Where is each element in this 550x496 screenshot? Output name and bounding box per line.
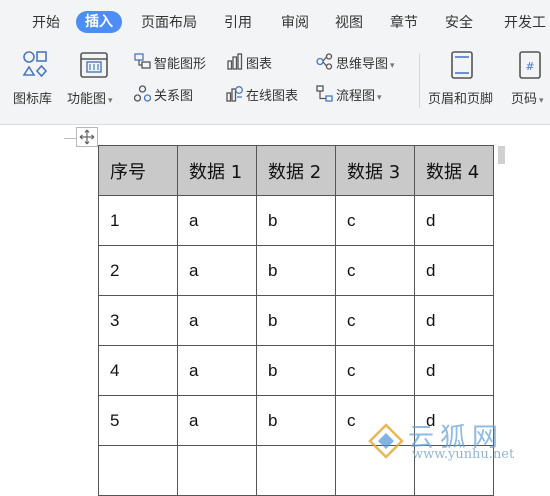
header-cell[interactable]: 序号 [98, 145, 178, 196]
tab-home[interactable]: 开始 [32, 14, 60, 32]
table-cell[interactable]: 5 [98, 395, 178, 446]
table-move-handle[interactable] [76, 127, 98, 147]
table-header-row: 序号 数据 1 数据 2 数据 3 数据 4 [98, 145, 494, 196]
mind-map-icon [316, 53, 333, 70]
relation-map-icon [134, 85, 151, 102]
tab-security[interactable]: 安全 [445, 14, 473, 32]
table-cell[interactable]: a [177, 345, 257, 396]
table-row: 1 a b c d [98, 195, 494, 246]
relation-map-label: 关系图 [154, 89, 194, 104]
relation-map-button[interactable]: 关系图 [134, 84, 206, 104]
ribbon-toolbar: 图标库 功能图 ▾ 智能图形 图表 思维导图 ▾ 关系图 在线图表 流程图 ▾ … [0, 44, 550, 125]
tab-view[interactable]: 视图 [335, 14, 363, 32]
smart-graphic-icon [134, 53, 151, 69]
table-row: 2 a b c d [98, 245, 494, 296]
header-cell[interactable]: 数据 4 [414, 145, 494, 196]
table-cell[interactable]: c [335, 295, 415, 346]
table-cell[interactable] [177, 445, 257, 496]
page-number-label: 页码 ▾ [511, 92, 544, 107]
move-arrows-icon [79, 129, 95, 145]
flowchart-button[interactable]: 流程图 ▾ [316, 84, 398, 104]
table-resize-marker[interactable] [498, 146, 505, 164]
function-chart-label: 功能图 ▾ [67, 92, 113, 107]
header-cell[interactable]: 数据 1 [177, 145, 257, 196]
header-cell[interactable]: 数据 3 [335, 145, 415, 196]
table-cell[interactable]: a [177, 295, 257, 346]
header-footer-label: 页眉和页脚 [428, 92, 494, 107]
function-chart-icon [80, 52, 108, 78]
table-cell[interactable]: a [177, 395, 257, 446]
tab-review[interactable]: 审阅 [281, 14, 309, 32]
table-cell[interactable]: a [177, 245, 257, 296]
table-cell[interactable]: c [335, 195, 415, 246]
margin-marker [64, 138, 76, 139]
header-cell[interactable]: 数据 2 [256, 145, 336, 196]
site-watermark: 云狐网 www.yunhu.net [368, 415, 550, 467]
chart-label: 图表 [246, 57, 273, 72]
table-cell[interactable]: d [414, 345, 494, 396]
chart-button[interactable]: 图表 [226, 52, 284, 72]
tab-page-layout[interactable]: 页面布局 [141, 14, 197, 32]
flowchart-label: 流程图 ▾ [336, 89, 382, 104]
icon-library-label: 图标库 [13, 92, 53, 107]
mind-map-label: 思维导图 ▾ [336, 57, 395, 72]
tab-developer[interactable]: 开发工 [504, 14, 546, 32]
table-cell[interactable] [98, 445, 178, 496]
table-row: 3 a b c d [98, 295, 494, 346]
header-footer-icon [451, 51, 473, 79]
table-cell[interactable]: b [256, 195, 336, 246]
online-chart-label: 在线图表 [246, 89, 299, 104]
table-cell[interactable]: d [414, 195, 494, 246]
table-cell[interactable]: 1 [98, 195, 178, 246]
table-cell[interactable]: c [335, 345, 415, 396]
ribbon-tab-bar: 开始 插入 页面布局 引用 审阅 视图 章节 安全 开发工 [0, 0, 550, 44]
table-cell[interactable]: d [414, 245, 494, 296]
page-number-icon: # [519, 51, 541, 79]
table-cell[interactable]: d [414, 295, 494, 346]
table-cell[interactable]: c [335, 245, 415, 296]
svg-text:#: # [525, 60, 534, 73]
table-cell[interactable]: 2 [98, 245, 178, 296]
table-cell[interactable]: 3 [98, 295, 178, 346]
flowchart-icon [316, 85, 333, 102]
online-chart-button[interactable]: 在线图表 [226, 84, 312, 104]
online-chart-icon [226, 86, 243, 102]
tab-section[interactable]: 章节 [390, 14, 418, 32]
table-cell[interactable]: b [256, 295, 336, 346]
table-row: 4 a b c d [98, 345, 494, 396]
table-cell[interactable]: 4 [98, 345, 178, 396]
icon-library-icon [22, 51, 48, 78]
watermark-logo-icon [368, 423, 404, 459]
watermark-url: www.yunhu.net [412, 447, 515, 462]
bar-chart-icon [227, 53, 243, 70]
mind-map-button[interactable]: 思维导图 ▾ [316, 52, 412, 72]
tab-references[interactable]: 引用 [224, 14, 252, 32]
table-cell[interactable]: b [256, 345, 336, 396]
smart-graphic-label: 智能图形 [154, 57, 207, 72]
table-cell[interactable]: b [256, 245, 336, 296]
table-cell[interactable]: a [177, 195, 257, 246]
smart-graphic-button[interactable]: 智能图形 [134, 52, 216, 72]
table-cell[interactable]: b [256, 395, 336, 446]
toolbar-separator [419, 54, 420, 108]
tab-insert[interactable]: 插入 [76, 11, 122, 33]
table-cell[interactable] [256, 445, 336, 496]
